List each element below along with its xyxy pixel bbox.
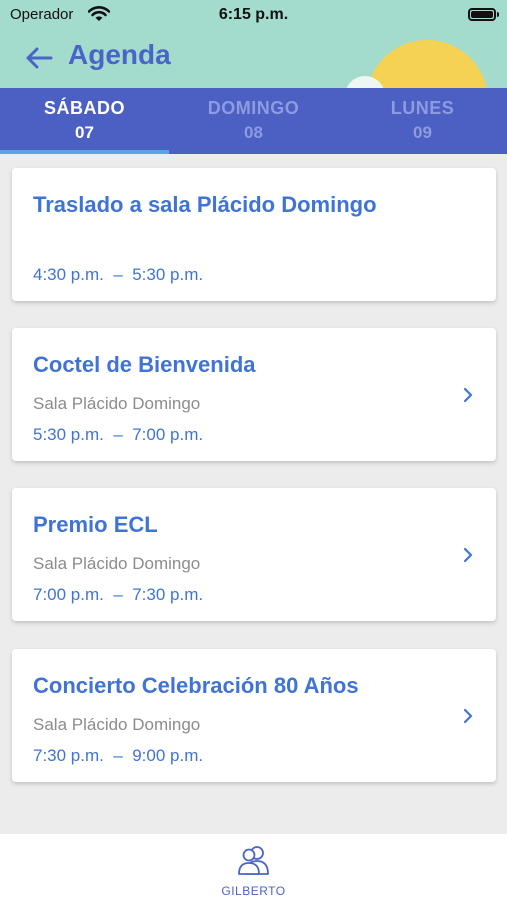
chevron-right-icon[interactable] [462, 546, 474, 564]
bottom-nav: GILBERTO [0, 834, 507, 900]
battery-icon [468, 8, 499, 21]
chevron-right-icon[interactable] [462, 386, 474, 404]
tab-day-number: 08 [244, 123, 263, 142]
tab-day-number: 07 [75, 123, 94, 142]
tab-day-number: 09 [413, 123, 432, 142]
event-time: 4:30 p.m. – 5:30 p.m. [33, 265, 204, 284]
event-location: Sala Plácido Domingo [33, 554, 201, 573]
tab-day-label: LUNES [390, 98, 455, 118]
tab-domingo[interactable]: DOMINGO 08 [169, 88, 338, 154]
event-card[interactable]: Premio ECL Sala Plácido Domingo 7:00 p.m… [12, 488, 496, 621]
event-card[interactable]: Traslado a sala Plácido Domingo 4:30 p.m… [12, 168, 496, 301]
status-time: 6:15 p.m. [218, 6, 289, 23]
event-location: Sala Plácido Domingo [33, 715, 201, 734]
event-title: Traslado a sala Plácido Domingo [33, 192, 377, 217]
tab-day-label: SÁBADO [43, 98, 125, 118]
event-location: Sala Plácido Domingo [33, 394, 201, 413]
event-card[interactable]: Concierto Celebración 80 Años Sala Pláci… [12, 649, 496, 782]
page-title: Agenda [68, 39, 171, 70]
active-tab-indicator [0, 150, 169, 154]
event-title: Coctel de Bienvenida [33, 352, 256, 377]
event-time: 7:30 p.m. – 9:00 p.m. [33, 746, 204, 765]
status-bar: Operador 6:15 p.m. [0, 0, 507, 30]
arrow-left-icon[interactable] [24, 44, 54, 72]
sun-illustration [366, 40, 488, 88]
tab-day-label: DOMINGO [207, 98, 300, 118]
tab-sabado[interactable]: SÁBADO 07 [0, 88, 169, 154]
chevron-right-icon[interactable] [462, 707, 474, 725]
app-header: Operador 6:15 p.m. Agenda [0, 0, 507, 88]
users-icon[interactable] [236, 844, 272, 876]
event-time: 7:00 p.m. – 7:30 p.m. [33, 585, 204, 604]
event-card[interactable]: Coctel de Bienvenida Sala Plácido Doming… [12, 328, 496, 461]
day-tabs: SÁBADO 07 DOMINGO 08 LUNES 09 [0, 88, 507, 154]
event-title: Premio ECL [33, 512, 158, 537]
bottom-nav-label: GILBERTO [221, 884, 286, 898]
event-title: Concierto Celebración 80 Años [33, 673, 359, 698]
tab-lunes[interactable]: LUNES 09 [338, 88, 507, 154]
event-time: 5:30 p.m. – 7:00 p.m. [33, 425, 204, 444]
